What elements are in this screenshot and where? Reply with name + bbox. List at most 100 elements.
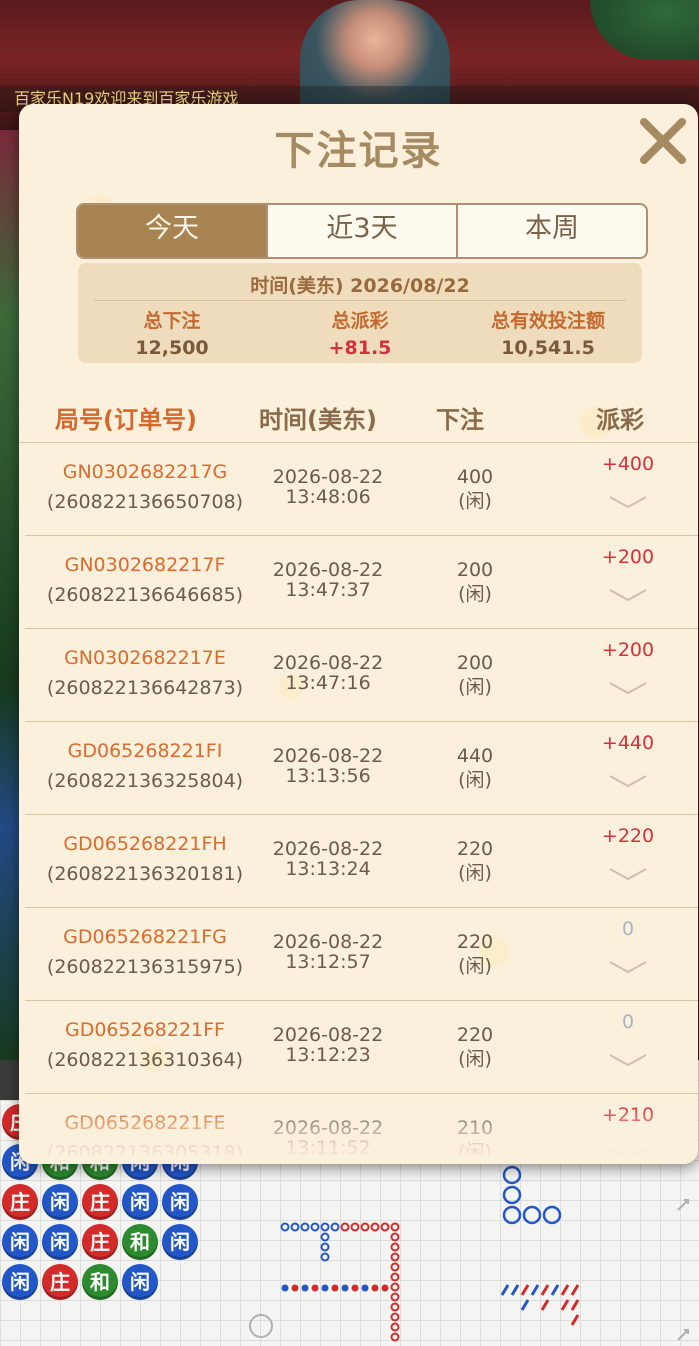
total-bet-label: 总下注 (143, 310, 201, 332)
expand-button[interactable] (608, 772, 648, 790)
total-payout-label: 总派彩 (331, 310, 389, 332)
table-image (590, 0, 699, 60)
bet-amount: 400 (456, 466, 494, 488)
bead-cell: 闲 (40, 1182, 80, 1222)
record-date: 2026-08-22 (272, 838, 384, 860)
expand-button[interactable] (608, 958, 648, 976)
record-row[interactable]: GD065268221FI (260822136325804) 2026-08-22… (25, 722, 698, 815)
bead-cell: 闲 (0, 1222, 40, 1262)
bead-result: 闲 (122, 1184, 158, 1220)
tab-last-3-days[interactable]: 近3天 (268, 205, 458, 257)
bead-result: 闲 (42, 1224, 78, 1260)
bet-side: (闲) (458, 955, 492, 977)
order-number: (260822136315975) (46, 956, 244, 978)
bead-result: 闲 (42, 1184, 78, 1220)
expand-button[interactable] (608, 493, 648, 511)
bet-history-modal: 下注记录 今天 近3天 本周 时间(美东) 2026/08/22 总下注 12,… (19, 104, 698, 1164)
bet-side: (闲) (458, 676, 492, 698)
bead-cell: 和 (120, 1222, 160, 1262)
bead-cell: 和 (80, 1262, 120, 1302)
bead-result: 闲 (2, 1264, 38, 1300)
column-header-payout: 派彩 (596, 406, 644, 434)
expand-button[interactable] (608, 865, 648, 883)
bet-amount: 220 (456, 1024, 494, 1046)
close-button[interactable] (636, 114, 690, 168)
bead-cell (160, 1262, 200, 1302)
date-range-tabs: 今天 近3天 本周 (76, 203, 648, 259)
chevron-down-icon (609, 1054, 647, 1067)
order-number: (260822136305318) (46, 1142, 244, 1155)
round-id: GN0302682217E (64, 647, 226, 669)
expand-button[interactable] (608, 1144, 648, 1155)
payout-amount: 0 (621, 918, 635, 940)
record-row[interactable]: GN0302682217E (260822136642873) 2026-08-22… (25, 629, 698, 722)
order-number: (260822136650708) (46, 491, 244, 513)
bead-result: 和 (82, 1264, 118, 1300)
record-row[interactable]: GD065268221FG (260822136315975) 2026-08-22… (25, 908, 698, 1001)
expand-button[interactable] (608, 586, 648, 604)
close-x-icon (640, 118, 686, 164)
summary-date: 时间(美东) 2026/08/22 (250, 275, 470, 297)
tab-this-week[interactable]: 本周 (458, 205, 646, 257)
bead-result: 庄 (42, 1264, 78, 1300)
record-row[interactable]: GN0302682217F (260822136646685) 2026-08-22… (25, 536, 698, 629)
bet-amount: 200 (456, 559, 494, 581)
valid-bet-stat: 总有效投注额 10,541.5 (454, 306, 642, 359)
modal-title: 下注记录 (274, 128, 443, 174)
chevron-down-icon (609, 775, 647, 788)
record-row[interactable]: GN0302682217G (260822136650708) 2026-08-22… (25, 443, 698, 536)
round-id: GN0302682217G (62, 461, 228, 483)
order-number: (260822136646685) (46, 584, 244, 606)
tab-today[interactable]: 今天 (78, 205, 268, 257)
order-number: (260822136320181) (46, 863, 244, 885)
bet-amount: 220 (456, 931, 494, 953)
record-row[interactable]: GD065268221FF (260822136310364) 2026-08-22… (25, 1001, 698, 1094)
column-header-round: 局号(订单号) (55, 406, 197, 434)
bead-result: 闲 (122, 1264, 158, 1300)
bead-cell: 闲 (160, 1222, 200, 1262)
record-date: 2026-08-22 (272, 745, 384, 767)
record-date: 2026-08-22 (272, 1117, 384, 1139)
round-id: GN0302682217F (64, 554, 226, 576)
record-time: 13:47:16 (285, 672, 371, 694)
total-bet-value: 12,500 (135, 337, 209, 359)
expand-button[interactable] (608, 679, 648, 697)
valid-bet-label: 总有效投注额 (490, 310, 605, 332)
bet-side: (闲) (458, 583, 492, 605)
summary-panel: 时间(美东) 2026/08/22 总下注 12,500 总派彩 +81.5 总… (78, 263, 642, 363)
bead-cell: 闲 (40, 1222, 80, 1262)
order-number: (260822136310364) (46, 1049, 244, 1071)
chevron-down-icon (609, 868, 647, 881)
bet-side: (闲) (458, 490, 492, 512)
record-list[interactable]: GN0302682217G (260822136650708) 2026-08-22… (19, 443, 698, 1155)
record-date: 2026-08-22 (272, 1024, 384, 1046)
record-time: 13:47:37 (285, 579, 371, 601)
column-header-bet: 下注 (436, 406, 484, 434)
bead-result: 闲 (2, 1224, 38, 1260)
chevron-down-icon (609, 496, 647, 509)
bead-result: 庄 (82, 1184, 118, 1220)
total-payout-stat: 总派彩 +81.5 (266, 306, 454, 359)
payout-amount: +220 (601, 825, 655, 847)
order-number: (260822136642873) (46, 677, 244, 699)
record-row[interactable]: GD065268221FE (260822136305318) 2026-08-22… (25, 1094, 698, 1155)
bead-result: 和 (122, 1224, 158, 1260)
record-row[interactable]: GD065268221FH (260822136320181) 2026-08-22… (25, 815, 698, 908)
round-id: GD065268221FG (63, 926, 227, 948)
round-id: GD065268221FH (63, 833, 227, 855)
round-id: GD065268221FE (64, 1112, 226, 1134)
payout-amount: +400 (601, 453, 655, 475)
bead-cell: 闲 (120, 1262, 160, 1302)
total-bet-stat: 总下注 12,500 (78, 306, 266, 359)
bet-amount: 200 (456, 652, 494, 674)
expand-button[interactable] (608, 1051, 648, 1069)
bet-side: (闲) (458, 862, 492, 884)
bead-result: 庄 (82, 1224, 118, 1260)
record-date: 2026-08-22 (272, 466, 384, 488)
bet-amount: 210 (456, 1117, 494, 1139)
payout-amount: +210 (601, 1104, 655, 1126)
chevron-down-icon (609, 589, 647, 602)
bead-cell: 闲 (160, 1182, 200, 1222)
record-time: 13:12:23 (285, 1044, 371, 1066)
bet-side: (闲) (458, 1048, 492, 1070)
